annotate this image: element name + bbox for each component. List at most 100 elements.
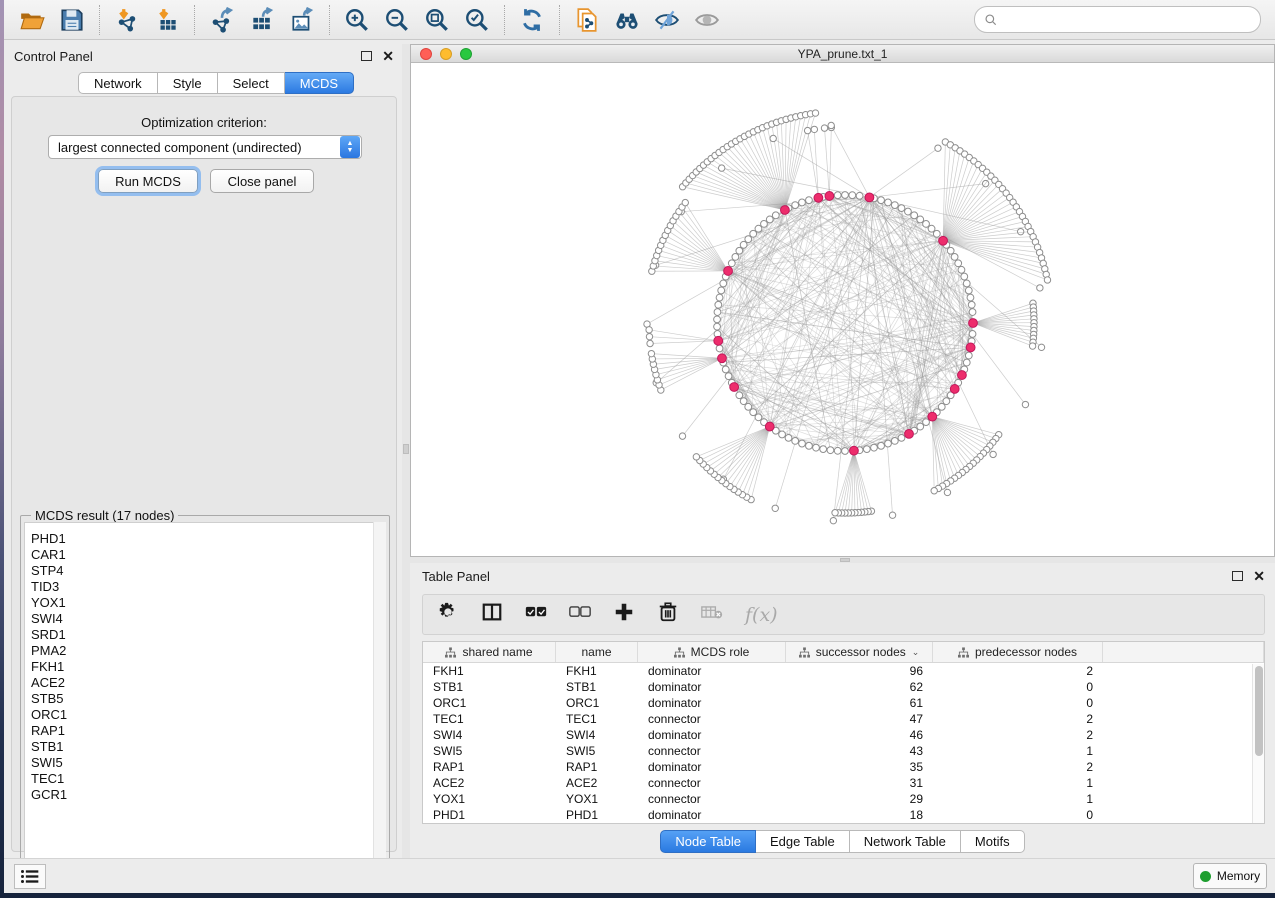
open-file-button[interactable] [12, 3, 52, 37]
select-all-rows-button[interactable] [525, 601, 547, 628]
table-cell: 1 [933, 743, 1103, 759]
mcds-node-item[interactable]: GCR1 [31, 787, 385, 803]
mcds-node-item[interactable]: SWI4 [31, 611, 385, 627]
mcds-node-item[interactable]: SRD1 [31, 627, 385, 643]
column-header-name[interactable]: name [556, 642, 638, 662]
tab-node-table[interactable]: Node Table [660, 830, 756, 853]
column-type-icon [799, 647, 810, 658]
column-header-predecessor-nodes[interactable]: predecessor nodes [933, 642, 1103, 662]
table-row[interactable]: ACE2ACE2connector311 [423, 775, 1264, 791]
tab-select[interactable]: Select [218, 72, 285, 94]
table-row[interactable]: SWI5SWI5connector431 [423, 743, 1264, 759]
mcds-node-item[interactable]: RAP1 [31, 723, 385, 739]
column-header-shared-name[interactable]: shared name [423, 642, 556, 662]
float-panel-icon[interactable] [361, 51, 372, 61]
column-header-successor-nodes[interactable]: successor nodes⌄ [786, 642, 933, 662]
close-panel-button[interactable]: Close panel [210, 169, 314, 193]
mcds-node-item[interactable]: PMA2 [31, 643, 385, 659]
network-canvas[interactable] [411, 63, 1274, 556]
zoom-fit-button[interactable] [417, 3, 457, 37]
search-input[interactable] [1004, 13, 1251, 27]
zoom-in-button[interactable] [337, 3, 377, 37]
vertical-splitter[interactable] [402, 44, 410, 858]
export-table-button[interactable] [242, 3, 282, 37]
first-neighbors-button[interactable] [607, 3, 647, 37]
mcds-node-item[interactable]: CAR1 [31, 547, 385, 563]
memory-label: Memory [1217, 869, 1260, 883]
table-row[interactable]: RAP1RAP1dominator352 [423, 759, 1264, 775]
table-row[interactable]: ORC1ORC1dominator610 [423, 695, 1264, 711]
table-cell: 1 [933, 775, 1103, 791]
table-cell: FKH1 [423, 663, 556, 679]
apply-layout-button[interactable] [512, 3, 552, 37]
toolbar-separator [194, 5, 195, 35]
table-cell: YOX1 [423, 791, 556, 807]
mcds-node-item[interactable]: STB5 [31, 691, 385, 707]
task-history-button[interactable] [14, 864, 46, 889]
sort-chevron-icon[interactable]: ⌄ [912, 647, 920, 658]
create-new-column-button[interactable] [613, 601, 635, 628]
table-cell: 46 [786, 727, 933, 743]
import-table-button[interactable] [147, 3, 187, 37]
show-all-button[interactable] [687, 3, 727, 37]
column-header-MCDS-role[interactable]: MCDS role [638, 642, 786, 662]
tab-mcds[interactable]: MCDS [285, 72, 354, 94]
mcds-node-item[interactable]: ACE2 [31, 675, 385, 691]
mcds-list-scrollbar[interactable] [373, 522, 386, 883]
mcds-tab-content: Optimization criterion: largest connecte… [11, 96, 397, 852]
mcds-node-item[interactable]: STP4 [31, 563, 385, 579]
mcds-node-item[interactable]: TID3 [31, 579, 385, 595]
mcds-result-list[interactable]: PHD1CAR1STP4TID3YOX1SWI4SRD1PMA2FKH1ACE2… [24, 522, 386, 883]
new-network-from-selection-button[interactable] [567, 3, 607, 37]
criterion-dropdown[interactable]: largest connected component (undirected)… [48, 135, 362, 159]
import-network-icon [114, 7, 140, 33]
tab-network[interactable]: Network [78, 72, 158, 94]
table-settings-button[interactable] [437, 601, 459, 628]
hide-selected-button[interactable] [647, 3, 687, 37]
mcds-node-item[interactable]: ORC1 [31, 707, 385, 723]
network-window-titlebar[interactable]: YPA_prune.txt_1 [411, 45, 1274, 63]
table-cell: dominator [638, 679, 786, 695]
close-panel-icon[interactable]: ✕ [1253, 571, 1265, 581]
save-session-button[interactable] [52, 3, 92, 37]
tab-motifs[interactable]: Motifs [961, 830, 1025, 853]
splitter-handle[interactable] [403, 444, 409, 454]
delete-columns-button[interactable] [657, 601, 679, 628]
deselect-all-rows-button[interactable] [569, 601, 591, 628]
tab-network-table[interactable]: Network Table [850, 830, 961, 853]
table-cell: connector [638, 775, 786, 791]
import-network-button[interactable] [107, 3, 147, 37]
table-cell: 61 [786, 695, 933, 711]
float-panel-icon[interactable] [1232, 571, 1243, 581]
mcds-node-item[interactable]: PHD1 [31, 531, 385, 547]
splitter-handle[interactable] [840, 558, 850, 562]
mcds-node-item[interactable]: FKH1 [31, 659, 385, 675]
mcds-node-item[interactable]: STB1 [31, 739, 385, 755]
scrollbar-thumb[interactable] [1255, 666, 1263, 756]
export-image-button[interactable] [282, 3, 322, 37]
table-cell: STB1 [556, 679, 638, 695]
tab-style[interactable]: Style [158, 72, 218, 94]
zoom-out-button[interactable] [377, 3, 417, 37]
tab-edge-table[interactable]: Edge Table [756, 830, 850, 853]
table-header-row: shared namenameMCDS rolesuccessor nodes⌄… [423, 642, 1264, 663]
run-mcds-button[interactable]: Run MCDS [98, 169, 198, 193]
show-column-selector-button[interactable] [481, 601, 503, 628]
memory-button[interactable]: Memory [1193, 863, 1267, 889]
table-row[interactable]: SWI4SWI4dominator462 [423, 727, 1264, 743]
table-panel: Table Panel ✕ [410, 563, 1275, 858]
table-scrollbar[interactable] [1252, 664, 1264, 823]
zoom-selected-button[interactable] [457, 3, 497, 37]
mcds-node-item[interactable]: YOX1 [31, 595, 385, 611]
table-row[interactable]: PHD1PHD1dominator180 [423, 807, 1264, 823]
table-row[interactable]: TEC1TEC1connector472 [423, 711, 1264, 727]
table-row[interactable]: YOX1YOX1connector291 [423, 791, 1264, 807]
export-network-button[interactable] [202, 3, 242, 37]
trash-icon [657, 601, 679, 623]
mcds-node-item[interactable]: TEC1 [31, 771, 385, 787]
table-row[interactable]: FKH1FKH1dominator962 [423, 663, 1264, 679]
table-row[interactable]: STB1STB1dominator620 [423, 679, 1264, 695]
mcds-node-item[interactable]: SWI5 [31, 755, 385, 771]
control-panel-tabs: NetworkStyleSelectMCDS [78, 72, 354, 94]
close-panel-icon[interactable]: ✕ [382, 51, 394, 61]
